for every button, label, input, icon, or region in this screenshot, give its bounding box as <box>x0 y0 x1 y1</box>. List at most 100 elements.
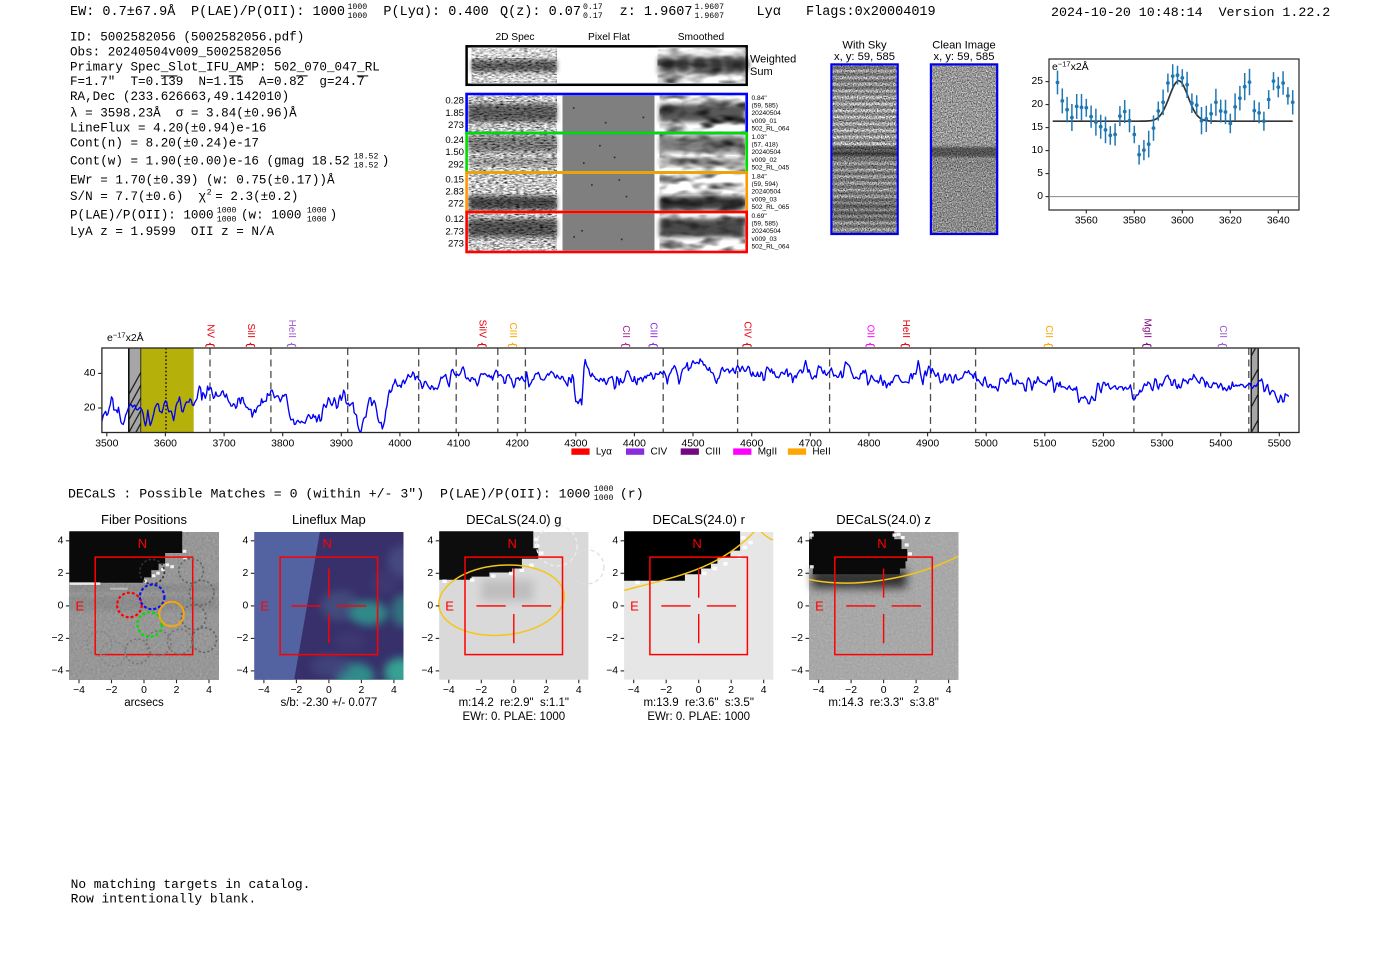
svg-text:5000: 5000 <box>975 439 998 450</box>
svg-text:(59, 585): (59, 585) <box>752 221 778 228</box>
svg-text:4100: 4100 <box>447 439 470 450</box>
svg-text:Lyα: Lyα <box>596 446 612 457</box>
svg-text:0: 0 <box>797 600 803 611</box>
svg-text:2: 2 <box>359 685 365 696</box>
svg-text:4: 4 <box>946 685 952 696</box>
svg-text:5500: 5500 <box>1268 439 1291 450</box>
svg-text:−4: −4 <box>813 685 825 696</box>
svg-text:4: 4 <box>612 535 618 546</box>
svg-text:20240504: 20240504 <box>752 189 782 196</box>
svg-text:N: N <box>877 536 886 551</box>
svg-text:1.03": 1.03" <box>752 134 768 141</box>
svg-text:3620: 3620 <box>1219 216 1242 227</box>
svg-text:−4: −4 <box>421 665 433 676</box>
svg-text:2: 2 <box>207 188 212 198</box>
svg-text:−2: −2 <box>475 685 487 696</box>
svg-text:3560: 3560 <box>1075 216 1098 227</box>
svg-text:arcsecs: arcsecs <box>124 697 164 709</box>
svg-text:Cont(w) = 1.90(±0.00)e-16 (gma: Cont(w) = 1.90(±0.00)e-16 (gmag 18.52 <box>70 155 350 169</box>
svg-text:3600: 3600 <box>1171 216 1194 227</box>
svg-text:0.15: 0.15 <box>445 174 464 185</box>
svg-text:0.17: 0.17 <box>583 12 603 21</box>
svg-text:N: N <box>138 536 147 551</box>
svg-text:): ) <box>330 209 338 223</box>
svg-text:Clean Image: Clean Image <box>932 40 995 52</box>
svg-text:= 2.3(±0.2): = 2.3(±0.2) <box>215 190 298 204</box>
svg-text:CIV: CIV <box>742 321 753 338</box>
svg-text:m:14.3 re:3.3" s:3.8": m:14.3 re:3.3" s:3.8" <box>828 697 938 709</box>
svg-text:HeII: HeII <box>900 320 911 338</box>
svg-text:273: 273 <box>448 239 464 250</box>
svg-text:3800: 3800 <box>271 439 294 450</box>
svg-text:ID: 5002582056 (5002582056.pdf: ID: 5002582056 (5002582056.pdf) <box>70 31 304 45</box>
svg-text:Primary Spec_Slot_IFU_AMP: 502: Primary Spec_Slot_IFU_AMP: 502_070_047_R… <box>70 60 380 74</box>
svg-text:m:13.9 re:3.6" s:3.5": m:13.9 re:3.6" s:3.5" <box>643 697 753 709</box>
svg-text:3900: 3900 <box>330 439 353 450</box>
svg-text:DECaLS(24.0) r: DECaLS(24.0) r <box>652 512 745 527</box>
svg-text:2: 2 <box>58 568 64 579</box>
svg-text:4: 4 <box>427 535 433 546</box>
svg-text:20: 20 <box>84 403 96 414</box>
svg-text:0: 0 <box>881 685 887 696</box>
svg-text:−2: −2 <box>290 685 302 696</box>
svg-text:1.84": 1.84" <box>752 174 768 181</box>
svg-text:Flags:0x20004019: Flags:0x20004019 <box>806 5 936 20</box>
svg-text:Weighted: Weighted <box>750 54 796 66</box>
svg-text:MgII: MgII <box>1141 319 1152 338</box>
svg-text:15: 15 <box>1032 122 1044 133</box>
svg-text:N: N <box>323 536 332 551</box>
svg-text:CIV: CIV <box>651 446 668 457</box>
svg-text:4500: 4500 <box>681 439 704 450</box>
svg-text:2: 2 <box>243 568 249 579</box>
svg-text:CIII: CIII <box>507 322 518 338</box>
svg-text:Lineflux Map: Lineflux Map <box>292 512 366 527</box>
svg-text:EWr: 0. PLAE: 1000: EWr: 0. PLAE: 1000 <box>462 711 565 723</box>
svg-text:DECaLS(24.0) z: DECaLS(24.0) z <box>836 512 931 527</box>
svg-text:E: E <box>260 598 269 613</box>
svg-text:5400: 5400 <box>1209 439 1232 450</box>
svg-text:3600: 3600 <box>154 439 177 450</box>
svg-text:e−17x2Å: e−17x2Å <box>107 331 144 345</box>
svg-text:E: E <box>445 598 454 613</box>
svg-text:502_RL_065: 502_RL_065 <box>752 204 790 211</box>
svg-text:−4: −4 <box>443 685 455 696</box>
svg-text:4: 4 <box>761 685 767 696</box>
svg-text:v009_02: v009_02 <box>752 157 778 164</box>
svg-text:0: 0 <box>696 685 702 696</box>
svg-text:40: 40 <box>84 368 96 379</box>
svg-text:DECaLS(24.0) g: DECaLS(24.0) g <box>466 512 561 527</box>
svg-text:m:14.2 re:2.9" s:1.1": m:14.2 re:2.9" s:1.1" <box>459 697 569 709</box>
svg-text:4900: 4900 <box>916 439 939 450</box>
svg-text:−2: −2 <box>236 633 248 644</box>
svg-text:2.73: 2.73 <box>445 226 464 237</box>
svg-text:0.69": 0.69" <box>752 213 768 220</box>
svg-text:0: 0 <box>326 685 332 696</box>
svg-text:2024-10-20 10:48:14 Version 1: 2024-10-20 10:48:14 Version 1.22.2 <box>1051 5 1330 20</box>
svg-text:20240504: 20240504 <box>752 228 782 235</box>
svg-text:5: 5 <box>1037 168 1043 179</box>
svg-text:With Sky: With Sky <box>842 40 887 52</box>
svg-text:2: 2 <box>427 568 433 579</box>
svg-text:OII: OII <box>865 325 876 338</box>
svg-text:−4: −4 <box>236 665 248 676</box>
svg-text:−4: −4 <box>73 685 85 696</box>
svg-text:CII: CII <box>620 325 631 338</box>
svg-text:1000: 1000 <box>348 3 368 12</box>
svg-text:3700: 3700 <box>213 439 236 450</box>
svg-text:3500: 3500 <box>95 439 118 450</box>
svg-text:2: 2 <box>797 568 803 579</box>
svg-text:1.9607: 1.9607 <box>695 12 725 21</box>
svg-text:0: 0 <box>612 600 618 611</box>
svg-text:20240504: 20240504 <box>752 149 782 156</box>
svg-text:CIII: CIII <box>648 322 659 338</box>
svg-text:−4: −4 <box>258 685 270 696</box>
svg-text:2: 2 <box>913 685 919 696</box>
svg-text:Fiber Positions: Fiber Positions <box>101 512 187 527</box>
svg-text:z: 1.9607: z: 1.9607 <box>620 5 693 20</box>
svg-text:RA,Dec (233.626663,49.142010): RA,Dec (233.626663,49.142010) <box>70 90 289 104</box>
svg-text:DECaLS : Possible Matches = 0: DECaLS : Possible Matches = 0 (within +/… <box>68 487 590 502</box>
svg-text:N: N <box>692 536 701 551</box>
svg-text:0: 0 <box>1037 191 1043 202</box>
svg-text:E: E <box>815 598 824 613</box>
svg-text:0.24: 0.24 <box>445 135 464 146</box>
